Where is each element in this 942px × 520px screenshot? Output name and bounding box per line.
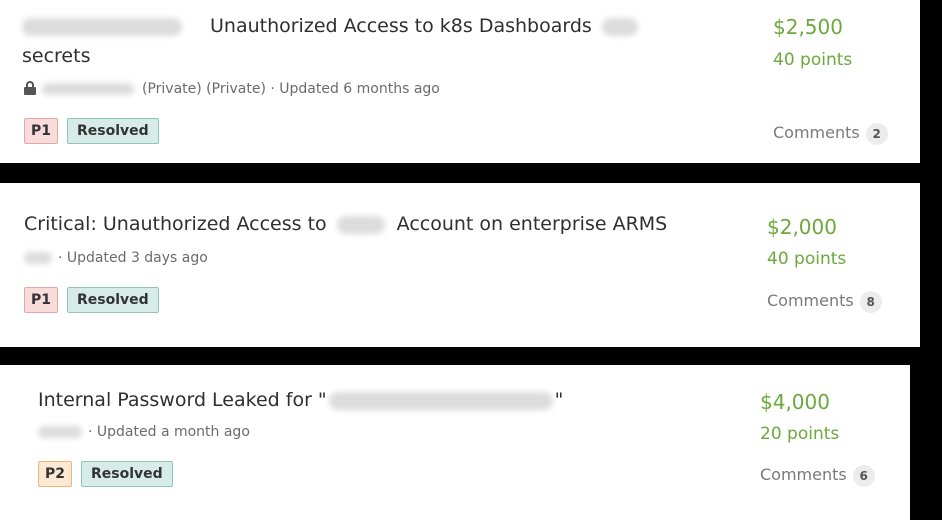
comments-label: Comments — [760, 465, 847, 484]
report-meta: · Updated 3 days ago — [24, 249, 208, 267]
redacted-text — [336, 215, 385, 234]
redacted-text — [24, 252, 52, 264]
report-title-text[interactable]: Internal Password Leaked for " — [38, 389, 327, 411]
report-meta-text: · Updated 3 days ago — [58, 250, 208, 266]
report-title[interactable]: Internal Password Leaked for " " — [38, 388, 563, 413]
report-title[interactable]: Critical: Unauthorized Access to Account … — [24, 212, 667, 237]
report-meta: (Private) (Private) · Updated 6 months a… — [24, 80, 440, 98]
lock-icon — [24, 81, 36, 95]
reputation-points: 40 points — [773, 50, 853, 70]
redacted-text — [22, 17, 182, 36]
report-card[interactable]: Internal Password Leaked for " " · Update… — [0, 365, 910, 520]
report-title-text[interactable]: Unauthorized Access to k8s Dashboards — [210, 15, 592, 37]
reputation-points: 20 points — [760, 424, 840, 444]
report-title-text[interactable]: Critical: Unauthorized Access to — [24, 213, 327, 235]
redacted-text — [42, 83, 134, 95]
status-badge: Resolved — [67, 287, 159, 313]
comments-link[interactable]: Comments 2 — [773, 120, 888, 146]
priority-badge: P1 — [24, 118, 59, 144]
report-meta-text: · Updated a month ago — [88, 424, 250, 440]
comments-count: 8 — [859, 290, 882, 313]
comments-link[interactable]: Comments 6 — [760, 462, 875, 488]
status-badge: Resolved — [67, 118, 159, 144]
bounty-amount: $4,000 — [760, 390, 830, 414]
report-title-line2[interactable]: secrets — [22, 44, 90, 69]
redacted-text — [328, 391, 553, 410]
redacted-text — [38, 426, 82, 438]
comments-count: 6 — [852, 464, 875, 487]
report-meta-text: (Private) (Private) · Updated 6 months a… — [142, 81, 440, 97]
priority-badge: P2 — [38, 461, 73, 487]
comments-label: Comments — [773, 123, 860, 142]
priority-badge: P1 — [24, 287, 59, 313]
report-card[interactable]: Unauthorized Access to k8s Dashboards se… — [0, 0, 920, 163]
redacted-text — [601, 17, 638, 36]
bounty-amount: $2,000 — [767, 215, 837, 239]
report-card[interactable]: Critical: Unauthorized Access to Account … — [0, 183, 920, 347]
reputation-points: 40 points — [767, 249, 847, 269]
report-title-text[interactable]: Account on enterprise ARMS — [397, 213, 668, 235]
status-badge: Resolved — [81, 461, 173, 487]
report-meta: · Updated a month ago — [38, 423, 250, 441]
bounty-amount: $2,500 — [773, 15, 843, 39]
comments-label: Comments — [767, 291, 854, 310]
report-title-text[interactable]: " — [555, 389, 564, 411]
report-title[interactable]: Unauthorized Access to k8s Dashboards — [22, 14, 638, 39]
comments-link[interactable]: Comments 8 — [767, 288, 882, 314]
comments-count: 2 — [865, 122, 888, 145]
